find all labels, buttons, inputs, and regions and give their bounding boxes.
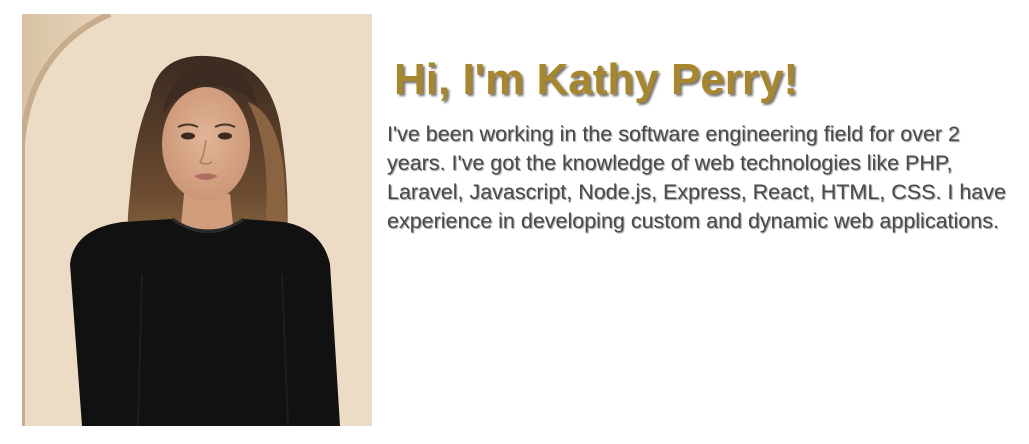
- intro-block: Hi, I'm Kathy Perry! I've been working i…: [387, 54, 1023, 236]
- page-title: Hi, I'm Kathy Perry!: [394, 55, 799, 104]
- portrait-illustration: [22, 14, 372, 426]
- bio-paragraph: I've been working in the software engine…: [387, 122, 1006, 233]
- profile-photo: [22, 14, 372, 426]
- hero-section: Hi, I'm Kathy Perry! I've been working i…: [0, 0, 1029, 444]
